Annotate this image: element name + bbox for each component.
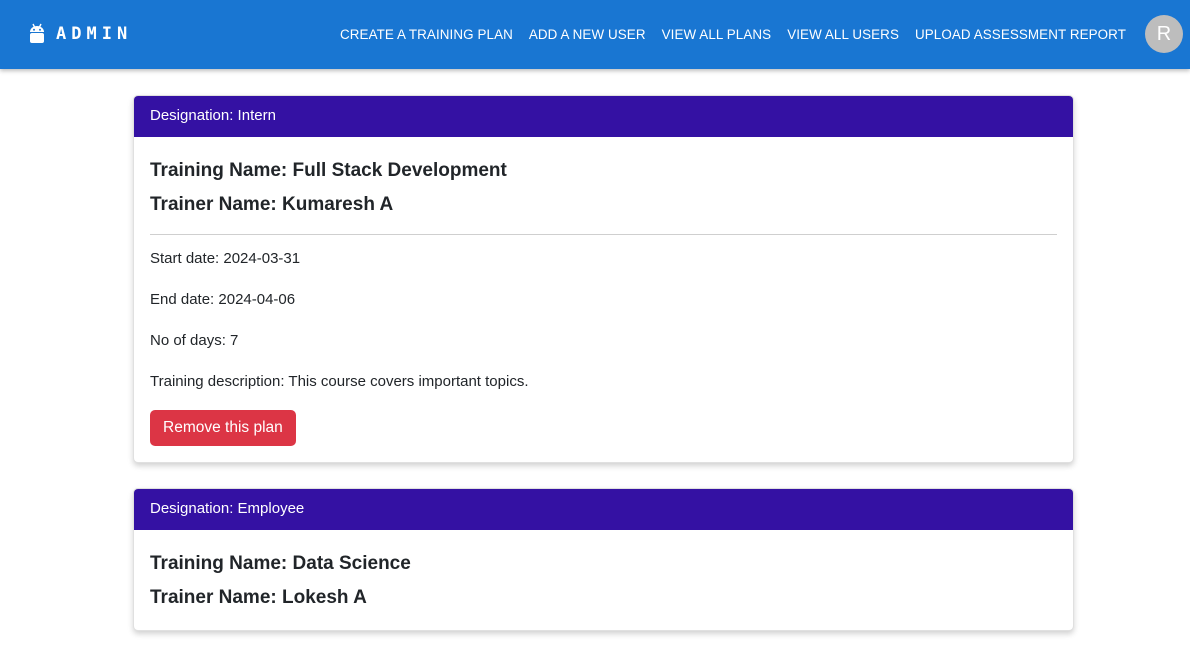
plan-card: Designation: Intern Training Name: Full … (133, 95, 1074, 463)
nav-add-new-user[interactable]: ADD A NEW USER (521, 19, 654, 50)
plans-list: Designation: Intern Training Name: Full … (133, 95, 1074, 656)
nav-upload-assessment-report[interactable]: UPLOAD ASSESSMENT REPORT (907, 19, 1134, 50)
nav-view-all-plans[interactable]: VIEW ALL PLANS (654, 19, 780, 50)
trainer-name: Trainer Name: Lokesh A (150, 587, 367, 608)
divider (150, 234, 1057, 235)
nav-create-training-plan[interactable]: CREATE A TRAINING PLAN (332, 19, 521, 50)
top-nav: CREATE A TRAINING PLAN ADD A NEW USER VI… (332, 0, 1134, 69)
plan-card: Designation: Employee Training Name: Dat… (133, 488, 1074, 631)
start-date: Start date: 2024-03-31 (150, 250, 301, 267)
remove-plan-button[interactable]: Remove this plan (150, 410, 296, 446)
plan-card-body: Training Name: Data Science Trainer Name… (134, 530, 1073, 630)
nav-view-all-users[interactable]: VIEW ALL USERS (779, 19, 907, 50)
plan-designation: Designation: Employee (134, 489, 1073, 530)
training-name: Training Name: Data Science (150, 553, 411, 574)
trainer-name: Trainer Name: Kumaresh A (150, 194, 394, 215)
no-of-days: No of days: 7 (150, 332, 239, 349)
end-date: End date: 2024-04-06 (150, 291, 296, 308)
training-name: Training Name: Full Stack Development (150, 160, 507, 181)
android-robot-icon (30, 23, 44, 43)
user-avatar[interactable]: R (1145, 15, 1183, 53)
brand[interactable]: ADMIN (28, 22, 132, 46)
plan-card-body: Training Name: Full Stack Development Tr… (134, 137, 1073, 462)
plan-designation: Designation: Intern (134, 96, 1073, 137)
training-description: Training description: This course covers… (150, 373, 529, 390)
top-app-bar: ADMIN CREATE A TRAINING PLAN ADD A NEW U… (0, 0, 1190, 69)
brand-title: ADMIN (56, 24, 133, 44)
